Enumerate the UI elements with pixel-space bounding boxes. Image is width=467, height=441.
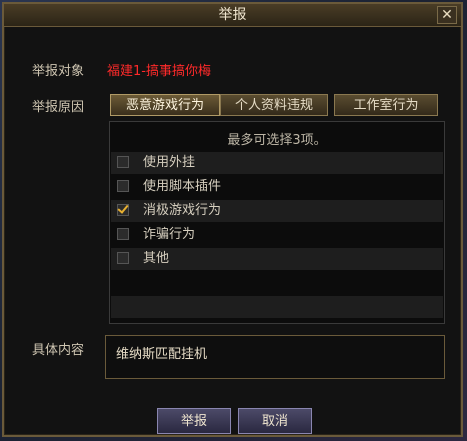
checkbox[interactable]: [117, 156, 129, 168]
option-label: 其他: [143, 251, 170, 266]
dialog-title: 举报: [218, 7, 247, 23]
option-passive-play[interactable]: 消极游戏行为: [111, 200, 443, 222]
tab-label: 工作室行为: [353, 98, 419, 113]
checkbox[interactable]: [117, 252, 129, 264]
content-input[interactable]: 维纳斯匹配挂机: [105, 335, 445, 379]
checkbox[interactable]: [117, 180, 129, 192]
option-label: 消极游戏行为: [143, 203, 222, 218]
submit-report-button[interactable]: 举报: [157, 408, 231, 434]
empty-row: [111, 296, 443, 318]
close-icon: ✕: [441, 7, 453, 23]
close-button[interactable]: ✕: [437, 6, 457, 24]
option-script-plugin[interactable]: 使用脚本插件: [111, 176, 443, 198]
tab-studio-behavior[interactable]: 工作室行为: [334, 94, 438, 116]
target-name: 福建1-搞事搞你梅: [107, 64, 211, 79]
tab-label: 恶意游戏行为: [125, 98, 204, 113]
dialog-titlebar: 举报 ✕: [4, 4, 461, 27]
target-label: 举报对象: [32, 64, 85, 79]
option-label: 使用外挂: [143, 155, 196, 170]
reason-label: 举报原因: [32, 100, 85, 115]
option-fraud[interactable]: 诈骗行为: [111, 224, 443, 246]
reason-options-list: 最多可选择3项。 使用外挂 使用脚本插件 消极游戏行为 诈骗行为 其他: [109, 121, 445, 324]
tab-malicious-behavior[interactable]: 恶意游戏行为: [110, 94, 220, 116]
tab-label: 个人资料违规: [234, 98, 313, 113]
report-dialog: 举报 ✕ 举报对象 福建1-搞事搞你梅 举报原因 恶意游戏行为 个人资料违规 工…: [2, 2, 463, 437]
cancel-button[interactable]: 取消: [238, 408, 312, 434]
option-cheat[interactable]: 使用外挂: [111, 152, 443, 174]
content-label: 具体内容: [32, 343, 85, 358]
checkbox-checked[interactable]: [117, 204, 129, 216]
selection-hint: 最多可选择3项。: [227, 133, 327, 148]
empty-row: [111, 272, 443, 294]
checkbox[interactable]: [117, 228, 129, 240]
option-label: 诈骗行为: [143, 227, 196, 242]
tab-profile-violation[interactable]: 个人资料违规: [220, 94, 328, 116]
option-label: 使用脚本插件: [143, 179, 222, 194]
option-other[interactable]: 其他: [111, 248, 443, 270]
